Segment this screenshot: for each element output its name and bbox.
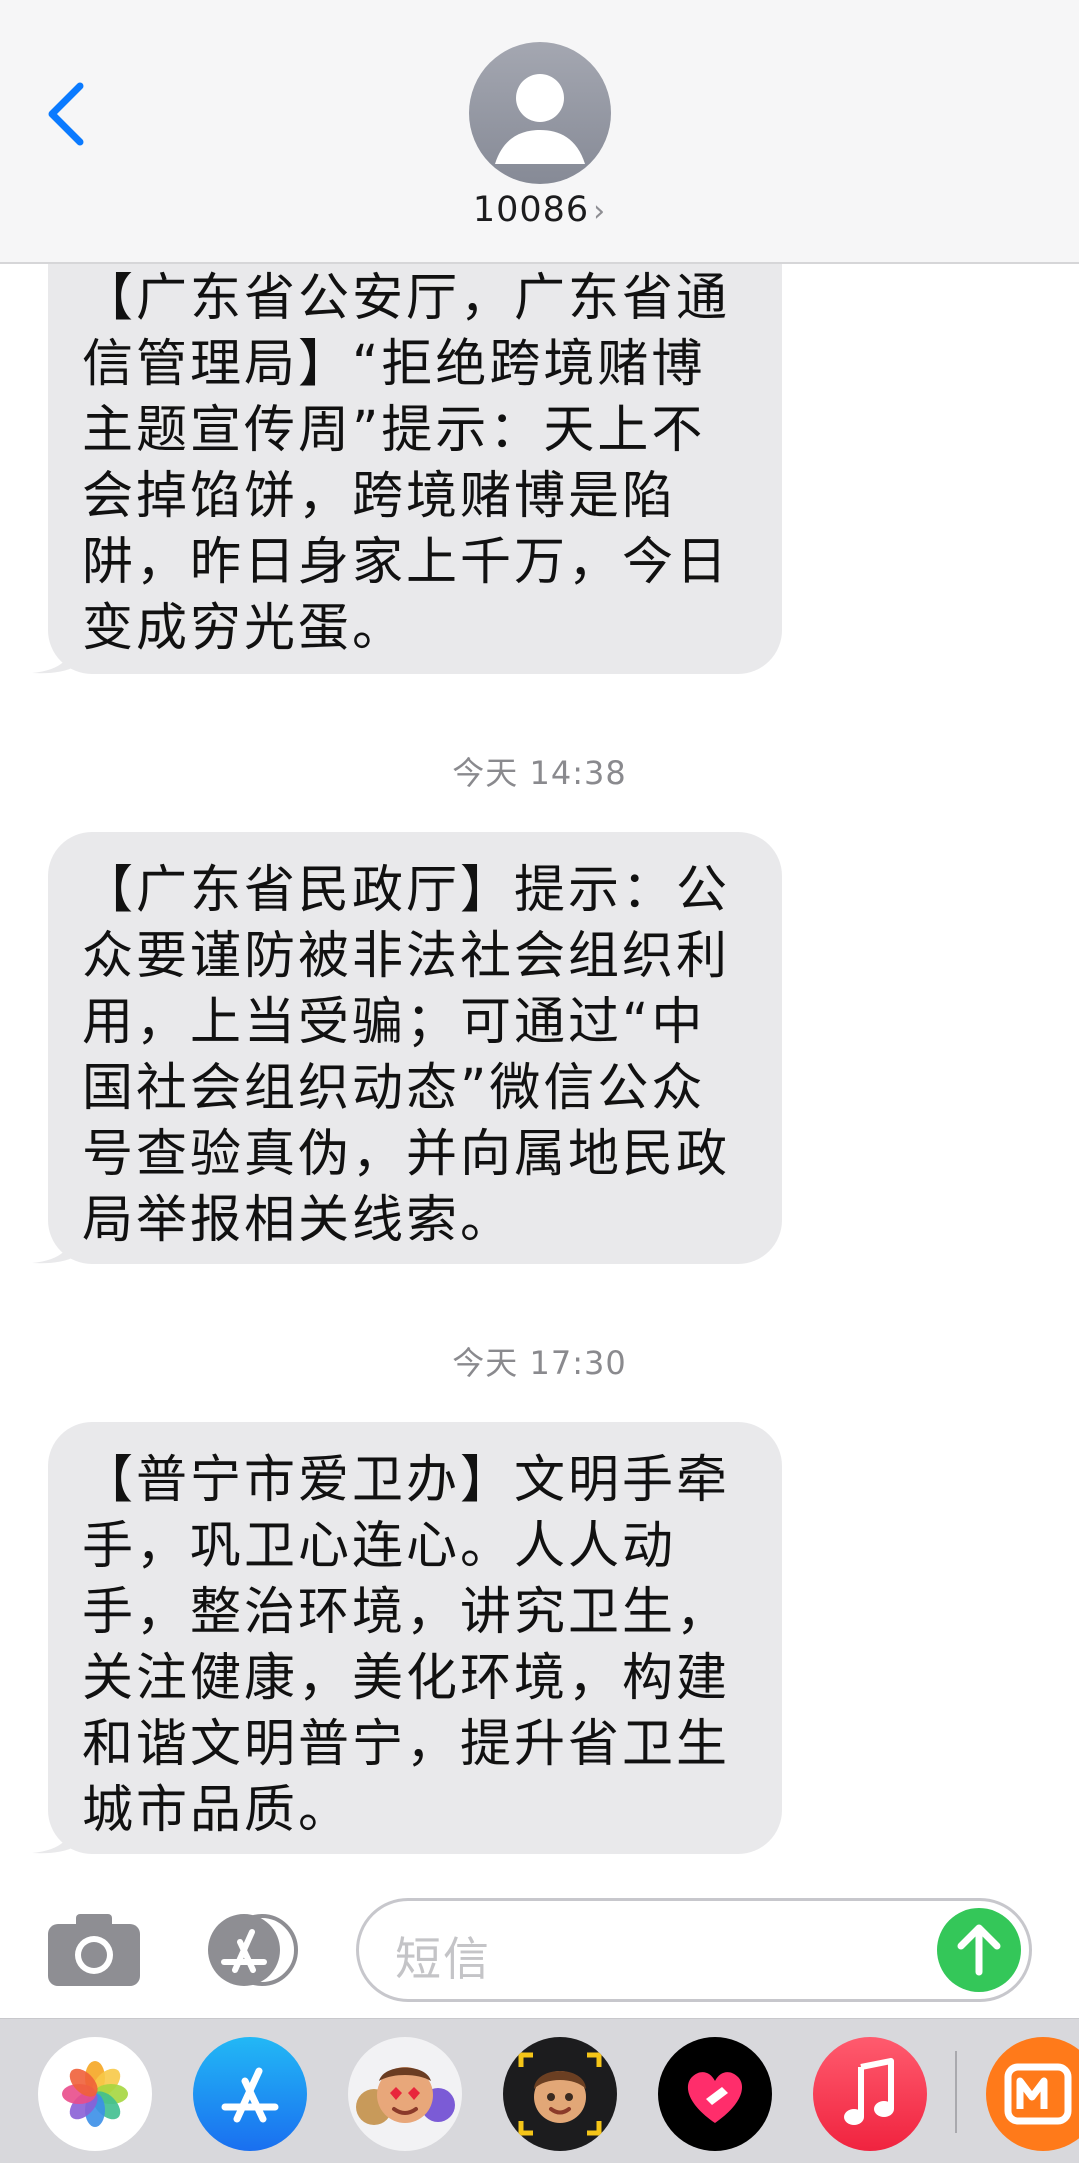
- photos-app-button[interactable]: [38, 2037, 152, 2151]
- bubble-tail: [32, 640, 76, 674]
- drawer-divider: [955, 2051, 957, 2133]
- message-bubble[interactable]: 【广东省民政厅】提示：公众要谨防被非法社会组织利用，上当受骗；可通过“中国社会组…: [32, 832, 782, 1264]
- mango-tv-app-button[interactable]: [986, 2037, 1079, 2151]
- back-button[interactable]: [36, 72, 96, 152]
- bubble-tail: [32, 1230, 76, 1264]
- chevron-left-icon: [48, 82, 84, 146]
- message-text: 【广东省民政厅】提示：公众要谨防被非法社会组织利用，上当受骗；可通过“中国社会组…: [82, 861, 731, 1250]
- messages-screen: 10086 › 【广东省公安厅，广东省通信管理局】“拒绝跨境赌博主题宣传周”提示：…: [0, 0, 1079, 2163]
- memoji-icon: [518, 2052, 602, 2136]
- camera-button[interactable]: [46, 1910, 142, 1988]
- app-store-button[interactable]: [200, 1912, 306, 1988]
- imessage-app-drawer: [0, 2018, 1079, 2163]
- music-app-button[interactable]: [813, 2037, 927, 2151]
- message-input-placeholder: 短信: [395, 1932, 491, 1986]
- memoji-app-button[interactable]: [503, 2037, 617, 2151]
- digital-touch-heart-icon: [687, 2072, 743, 2123]
- app-store-icon: [208, 1914, 298, 1986]
- message-timestamp: 今天 17:30: [452, 1344, 627, 1382]
- chevron-right-icon: ›: [593, 194, 607, 229]
- message-input[interactable]: 短信: [356, 1898, 1032, 2002]
- memoji-stickers-app-button[interactable]: [348, 2037, 462, 2151]
- message-text: 【广东省公安厅，广东省通信管理局】“拒绝跨境赌博主题宣传周”提示：天上不会掉馅饼…: [82, 269, 731, 658]
- contact-name-button[interactable]: 10086 ›: [0, 190, 1079, 230]
- photos-icon: [62, 2061, 128, 2127]
- bubble-tail: [32, 1820, 76, 1854]
- app-store-icon: [221, 2067, 279, 2123]
- music-note-icon: [844, 2058, 894, 2125]
- memoji-stickers-icon: [356, 2067, 455, 2125]
- mango-tv-icon: [1004, 2063, 1072, 2125]
- app-store-app-button[interactable]: [193, 2037, 307, 2151]
- arrow-up-icon: [957, 1924, 1001, 1976]
- contact-avatar[interactable]: [469, 42, 611, 184]
- person-icon: [495, 74, 585, 164]
- message-text: 【普宁市爱卫办】文明手牵手，巩卫心连心。人人动手，整治环境，讲究卫生，关注健康，…: [82, 1451, 731, 1840]
- digital-touch-app-button[interactable]: [658, 2037, 772, 2151]
- message-bubble[interactable]: 【普宁市爱卫办】文明手牵手，巩卫心连心。人人动手，整治环境，讲究卫生，关注健康，…: [32, 1422, 782, 1854]
- message-timestamp: 今天 14:38: [452, 754, 627, 792]
- camera-icon: [48, 1914, 140, 1986]
- message-bubble[interactable]: 【广东省公安厅，广东省通信管理局】“拒绝跨境赌博主题宣传周”提示：天上不会掉馅饼…: [32, 238, 782, 674]
- conversation-header: 10086 ›: [0, 0, 1079, 264]
- contact-name: 10086: [472, 190, 590, 230]
- send-button[interactable]: [937, 1908, 1021, 1992]
